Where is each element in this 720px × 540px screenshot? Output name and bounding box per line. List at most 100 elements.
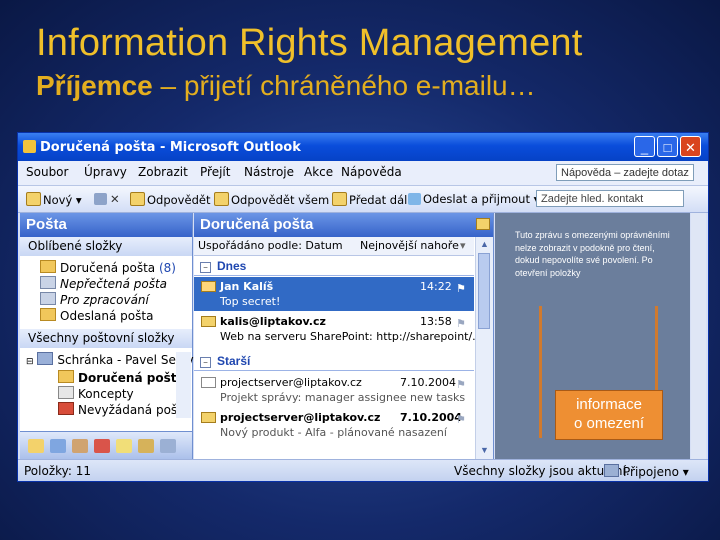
navigation-pane: Pošta Oblíbené složky Doručená pošta (8)… [20, 213, 194, 460]
favorite-followup[interactable]: Pro zpracování [40, 292, 149, 307]
menu-edit[interactable]: Úpravy [84, 165, 127, 179]
connection-icon [604, 464, 619, 477]
send-receive-button[interactable]: Odeslat a přijmout ▾ [408, 192, 539, 206]
shortcuts-icon[interactable] [160, 439, 176, 453]
mail-icon[interactable] [28, 439, 44, 453]
nav-button-bar [20, 431, 192, 460]
sort-bar: Uspořádáno podle: Datum Nejnovější nahoř… [194, 237, 474, 256]
new-button[interactable]: Nový ▾ [26, 192, 82, 207]
message-subject: Top secret! [220, 295, 281, 308]
tree-junk[interactable]: Nevyžádaná pošta [58, 402, 189, 417]
calendar-icon[interactable] [50, 439, 66, 453]
help-search-input[interactable]: Nápověda – zadejte dotaz [556, 164, 694, 181]
subtitle-recipient: Příjemce [36, 70, 153, 101]
minimize-button[interactable]: _ [634, 136, 655, 157]
list-header: Doručená pošta [194, 213, 493, 237]
envelope-icon [201, 281, 216, 292]
drafts-icon [58, 386, 74, 399]
favorite-sent[interactable]: Odeslaná pošta [40, 308, 153, 323]
message-time: 14:22 [420, 280, 452, 293]
callout-restriction-info: informace o omezení [555, 390, 663, 440]
scroll-down-icon[interactable]: ▼ [479, 445, 490, 456]
forward-button[interactable]: Předat dál [332, 192, 407, 207]
reading-scrollbar[interactable] [691, 213, 706, 459]
menu-file[interactable]: Soubor [26, 165, 68, 179]
tree-inbox[interactable]: Doručená pošta [58, 370, 185, 385]
send-receive-label: Odeslat a přijmout [423, 192, 530, 206]
scroll-thumb[interactable] [478, 253, 490, 329]
maximize-button[interactable]: □ [657, 136, 678, 157]
favorite-inbox[interactable]: Doručená pošta (8) [40, 260, 176, 275]
slide-title: Information Rights Management [36, 22, 583, 64]
envelope-icon [201, 412, 216, 423]
message-subject: Nový produkt - Alfa - plánované nasazení [220, 426, 447, 439]
message-sender: kalis@liptakov.cz [220, 315, 326, 328]
nav-scrollbar[interactable] [176, 352, 191, 418]
message-row[interactable]: projectserver@liptakov.cz 7.10.2004 Proj… [194, 373, 474, 407]
group-older[interactable]: − Starší [194, 352, 474, 371]
group-older-label: Starší [217, 354, 251, 368]
print-button[interactable] [94, 192, 109, 206]
message-row[interactable]: kalis@liptakov.cz 13:58 Web na serveru S… [194, 312, 483, 346]
callout-connector [539, 306, 542, 438]
menu-actions[interactable]: Akce [304, 165, 333, 179]
menu-tools[interactable]: Nástroje [244, 165, 294, 179]
envelope-icon [201, 316, 216, 327]
callout-line-2: o omezení [573, 415, 645, 432]
tree-junk-label: Nevyžádaná pošta [78, 403, 190, 417]
tree-drafts[interactable]: Koncepty [58, 386, 134, 401]
flag-icon[interactable]: ⚑ [456, 413, 466, 426]
message-row[interactable]: Jan Kalíš 14:22 Top secret! ⚑ [194, 277, 474, 311]
contacts-icon[interactable] [72, 439, 88, 453]
message-list: Doručená pošta Uspořádáno podle: Datum N… [194, 213, 494, 459]
print-icon [94, 193, 107, 205]
favorite-followup-label: Pro zpracování [60, 293, 149, 307]
search-folder-icon [40, 276, 56, 289]
favorite-unread-label: Nepřečtená pošta [60, 277, 168, 291]
all-folders-header[interactable]: Všechny poštovní složky [20, 329, 192, 348]
folder-list-icon[interactable] [138, 439, 154, 453]
junk-icon [58, 402, 74, 415]
reply-button[interactable]: Odpovědět [130, 192, 210, 207]
mailbox-node[interactable]: ⊟ Schránka - Pavel Selav [26, 352, 194, 367]
forward-icon [332, 192, 347, 206]
group-today[interactable]: − Dnes [194, 257, 474, 276]
sort-chevron-icon[interactable]: ▾ [460, 237, 466, 255]
message-row[interactable]: projectserver@liptakov.cz 7.10.2004 Nový… [194, 408, 474, 442]
collapse-icon: − [200, 262, 211, 273]
tree-drafts-label: Koncepty [78, 387, 134, 401]
sort-order[interactable]: Nejnovější nahoře [360, 237, 459, 255]
toolbar: Nový ▾ ✕ Odpovědět Odpovědět všem Předat… [18, 186, 708, 213]
reply-all-button[interactable]: Odpovědět všem [214, 192, 329, 207]
tasks-icon[interactable] [94, 439, 110, 453]
menu-view[interactable]: Zobrazit [138, 165, 188, 179]
list-scrollbar[interactable]: ▲ ▼ [475, 237, 493, 459]
message-sender: projectserver@liptakov.cz [220, 376, 362, 389]
sort-by[interactable]: Uspořádáno podle: Datum [198, 237, 343, 255]
contact-search-input[interactable]: Zadejte hled. kontakt [536, 190, 684, 207]
nav-header: Pošta [20, 213, 192, 237]
message-sender: Jan Kalíš [220, 280, 274, 293]
connection-status[interactable]: Připojeno ▾ [604, 464, 689, 479]
close-button[interactable]: ✕ [680, 136, 701, 157]
folder-icon [40, 260, 56, 273]
item-count: Položky: 11 [24, 464, 92, 478]
folder-icon [58, 370, 74, 383]
menu-go[interactable]: Přejít [200, 165, 230, 179]
flag-icon[interactable]: ⚑ [456, 317, 466, 330]
delete-button[interactable]: ✕ [110, 192, 120, 206]
flag-icon[interactable]: ⚑ [456, 282, 466, 295]
group-today-label: Dnes [217, 259, 247, 273]
reply-all-icon [214, 192, 229, 206]
title-bar: Doručená pošta - Microsoft Outlook _ □ ✕ [18, 133, 708, 161]
notes-icon[interactable] [116, 439, 132, 453]
message-subject: Web na serveru SharePoint: http://sharep… [220, 330, 483, 343]
favorite-unread[interactable]: Nepřečtená pošta [40, 276, 167, 291]
message-sender: projectserver@liptakov.cz [220, 411, 381, 424]
message-time: 7.10.2004 [400, 411, 462, 424]
mailbox-icon [37, 352, 54, 365]
menu-help[interactable]: Nápověda [341, 165, 402, 179]
flag-icon[interactable]: ⚑ [456, 378, 466, 391]
favorites-header[interactable]: Oblíbené složky [20, 237, 192, 256]
scroll-up-icon[interactable]: ▲ [479, 239, 490, 250]
